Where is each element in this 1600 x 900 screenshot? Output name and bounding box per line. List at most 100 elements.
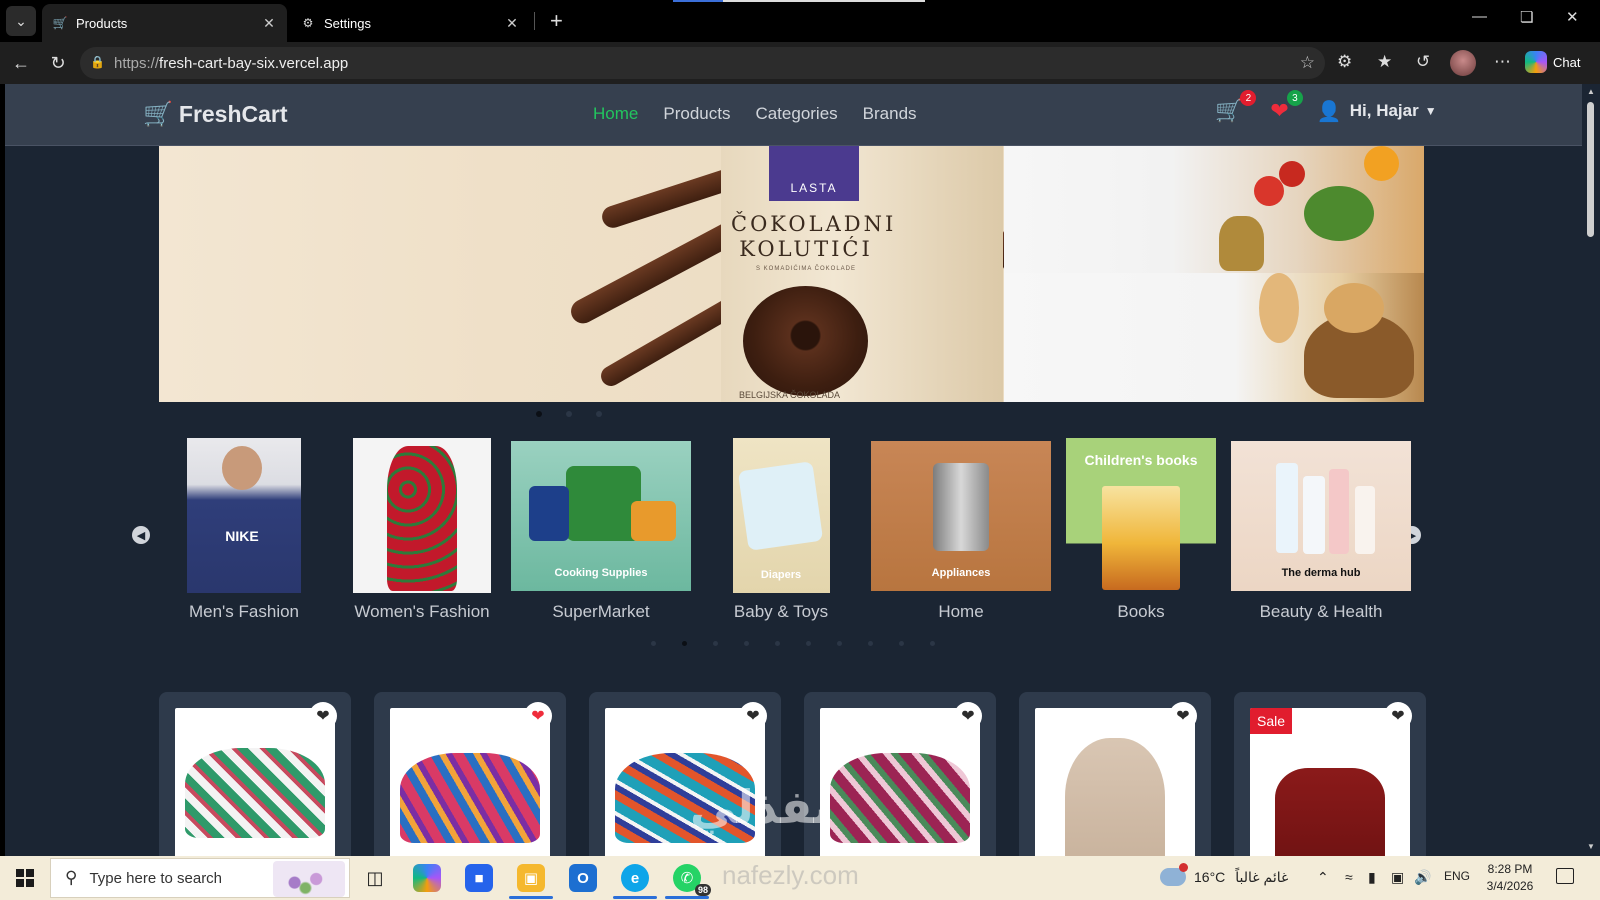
slider-dot[interactable]	[536, 411, 542, 417]
extensions-icon[interactable]: ⚙	[1337, 52, 1352, 72]
hero-main-banner[interactable]: LASTA ČOKOLADNI KOLUTIĆI S KOMADIĆIMA ČO…	[159, 146, 1004, 402]
user-menu-dropdown[interactable]: 👤 Hi, Hajar ▼	[1317, 99, 1437, 124]
carousel-dot[interactable]	[868, 641, 873, 646]
site-navbar: 🛒 FreshCart Home Products Categories Bra…	[5, 84, 1582, 146]
scroll-up-arrow-icon[interactable]: ▲	[1587, 87, 1595, 96]
tray-chevron-up-icon[interactable]: ⌃	[1317, 869, 1329, 886]
category-carousel-dots	[651, 641, 961, 646]
battery-icon[interactable]: ▮	[1368, 869, 1376, 886]
category-card[interactable]: Appliances Home	[871, 438, 1051, 621]
url-field[interactable]: 🔒 https://fresh-cart-bay-six.vercel.app …	[80, 47, 1325, 79]
cart-button[interactable]: 🛒 2	[1215, 90, 1257, 124]
lock-icon[interactable]: 🔒	[90, 55, 106, 71]
taskbar-search-input[interactable]: ⚲ Type here to search	[50, 858, 350, 898]
close-icon[interactable]: ✕	[504, 15, 520, 32]
nav-link-categories[interactable]: Categories	[755, 104, 837, 124]
watermark-url: nafezly.com	[722, 860, 859, 890]
carousel-dot[interactable]	[775, 641, 780, 646]
heart-icon: ❤	[1270, 98, 1289, 123]
profile-avatar[interactable]	[1450, 50, 1476, 76]
history-icon[interactable]: ↺	[1416, 52, 1430, 72]
new-tab-plus-icon[interactable]: +	[550, 8, 563, 34]
hero-slider[interactable]: LASTA ČOKOLADNI KOLUTIĆI S KOMADIĆIMA ČO…	[159, 146, 1424, 402]
close-icon[interactable]: ✕	[261, 15, 277, 32]
meet-camera-icon[interactable]: ▣	[1391, 869, 1404, 886]
category-card[interactable]: Diapers Baby & Toys	[691, 438, 871, 621]
tab-settings[interactable]: ⚙ Settings ✕	[290, 4, 530, 42]
tab-list-chevron-icon[interactable]: ⌄	[6, 6, 36, 36]
groceries-banner[interactable]	[1004, 146, 1424, 273]
edge-browser-icon[interactable]: e	[613, 864, 657, 899]
slider-dot[interactable]	[566, 411, 572, 417]
wishlist-heart-icon[interactable]: ❤	[739, 702, 767, 730]
copilot-chat-button[interactable]: Chat	[1525, 51, 1580, 73]
reload-icon[interactable]: ↻	[46, 51, 70, 75]
wishlist-heart-icon[interactable]: ❤	[1169, 702, 1197, 730]
wishlist-heart-icon[interactable]: ❤	[309, 702, 337, 730]
product-card[interactable]: ❤	[374, 692, 566, 856]
scrollbar-thumb[interactable]	[1587, 102, 1594, 237]
weather-widget[interactable]: 16°C غائم غالباً	[1160, 863, 1288, 886]
wifi-icon[interactable]: ≈	[1345, 869, 1353, 885]
wishlist-heart-icon[interactable]: ❤	[954, 702, 982, 730]
category-name: Men's Fashion	[188, 602, 300, 621]
product-card[interactable]: ❤	[159, 692, 351, 856]
language-indicator[interactable]: ENG	[1444, 869, 1470, 883]
favorites-icon[interactable]: ★	[1377, 52, 1392, 72]
system-clock[interactable]: 8:28 PM 3/4/2026	[1482, 861, 1538, 895]
bread-basket-banner[interactable]	[1004, 273, 1424, 402]
carousel-dot[interactable]	[744, 641, 749, 646]
scroll-down-arrow-icon[interactable]: ▼	[1587, 842, 1595, 851]
store-app-icon[interactable]: ■	[465, 864, 493, 892]
nav-link-brands[interactable]: Brands	[863, 104, 917, 124]
tab-separator	[534, 12, 535, 30]
wishlist-button[interactable]: ❤ 3	[1270, 90, 1303, 124]
minimize-icon[interactable]: —	[1472, 8, 1487, 25]
page-scrollbar[interactable]: ▲ ▼	[1582, 84, 1600, 856]
category-card[interactable]: NIKE Men's Fashion	[154, 438, 334, 621]
carousel-dot[interactable]	[837, 641, 842, 646]
carousel-dot[interactable]	[682, 641, 687, 646]
category-caption: Children's books	[1084, 452, 1198, 468]
tab-products[interactable]: 🛒 Products ✕	[42, 4, 287, 42]
windows-start-icon[interactable]	[16, 869, 34, 887]
main-menu: Home Products Categories Brands	[593, 104, 942, 124]
product-card[interactable]: ❤	[804, 692, 996, 856]
slider-dot[interactable]	[596, 411, 602, 417]
carousel-dot[interactable]	[930, 641, 935, 646]
restore-icon[interactable]: ❏	[1520, 8, 1533, 26]
package-title-line2: KOLUTIĆI	[739, 237, 873, 261]
carousel-dot[interactable]	[806, 641, 811, 646]
copilot-app-icon[interactable]	[413, 864, 441, 892]
carousel-prev-arrow-icon[interactable]: ◀	[132, 526, 150, 544]
category-card[interactable]: The derma hub Beauty & Health	[1231, 438, 1411, 621]
clock-date: 3/4/2026	[1486, 879, 1534, 893]
category-card[interactable]: Women's Fashion	[332, 438, 512, 621]
carousel-dot[interactable]	[899, 641, 904, 646]
back-arrow-icon[interactable]: ←	[9, 51, 33, 75]
whatsapp-app-icon[interactable]: ✆ 98	[665, 864, 711, 899]
more-menu-icon[interactable]: ⋯	[1494, 52, 1511, 72]
category-image	[353, 438, 491, 593]
volume-icon[interactable]: 🔊	[1414, 869, 1431, 886]
product-card[interactable]: Sale ❤	[1234, 692, 1426, 856]
task-view-icon[interactable]: ◫	[361, 864, 389, 892]
favorite-star-icon[interactable]: ☆	[1300, 53, 1315, 73]
file-explorer-icon[interactable]: ▣	[509, 864, 553, 899]
outlook-app-icon[interactable]: O	[569, 864, 597, 892]
wishlist-heart-icon[interactable]: ❤	[524, 702, 552, 730]
category-card[interactable]: Cooking Supplies SuperMarket	[511, 438, 691, 621]
wishlist-heart-icon[interactable]: ❤	[1384, 702, 1412, 730]
package-bottom-text: BELGIJSKA ČOKOLADA	[739, 390, 841, 400]
product-card[interactable]: ❤	[1019, 692, 1211, 856]
carousel-dot[interactable]	[713, 641, 718, 646]
carousel-dot[interactable]	[651, 641, 656, 646]
category-card[interactable]: Children's books Books	[1051, 438, 1231, 621]
window-close-icon[interactable]: ✕	[1566, 8, 1579, 26]
category-caption: Appliances	[931, 567, 991, 579]
nav-link-home[interactable]: Home	[593, 104, 638, 124]
notifications-icon[interactable]	[1556, 868, 1574, 884]
nav-link-products[interactable]: Products	[663, 104, 730, 124]
loading-stripe	[673, 0, 925, 2]
brand-logo[interactable]: 🛒 FreshCart	[143, 100, 288, 129]
